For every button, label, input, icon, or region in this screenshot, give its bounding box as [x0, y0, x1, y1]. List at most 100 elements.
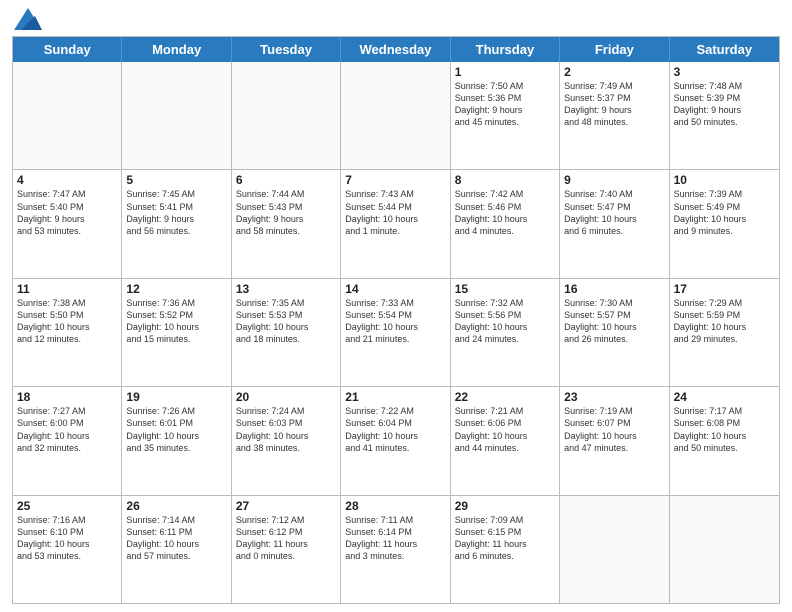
header-cell-thursday: Thursday	[451, 37, 560, 62]
day-info: Sunrise: 7:50 AM Sunset: 5:36 PM Dayligh…	[455, 80, 555, 129]
calendar-cell: 4Sunrise: 7:47 AM Sunset: 5:40 PM Daylig…	[13, 170, 122, 277]
day-info: Sunrise: 7:17 AM Sunset: 6:08 PM Dayligh…	[674, 405, 775, 454]
calendar-cell: 7Sunrise: 7:43 AM Sunset: 5:44 PM Daylig…	[341, 170, 450, 277]
logo-icon	[14, 8, 42, 30]
day-number: 13	[236, 282, 336, 296]
calendar-cell: 10Sunrise: 7:39 AM Sunset: 5:49 PM Dayli…	[670, 170, 779, 277]
day-info: Sunrise: 7:40 AM Sunset: 5:47 PM Dayligh…	[564, 188, 664, 237]
calendar-cell: 8Sunrise: 7:42 AM Sunset: 5:46 PM Daylig…	[451, 170, 560, 277]
calendar-cell: 6Sunrise: 7:44 AM Sunset: 5:43 PM Daylig…	[232, 170, 341, 277]
header	[12, 10, 780, 30]
day-info: Sunrise: 7:47 AM Sunset: 5:40 PM Dayligh…	[17, 188, 117, 237]
day-info: Sunrise: 7:35 AM Sunset: 5:53 PM Dayligh…	[236, 297, 336, 346]
calendar-cell: 24Sunrise: 7:17 AM Sunset: 6:08 PM Dayli…	[670, 387, 779, 494]
day-number: 27	[236, 499, 336, 513]
calendar-cell	[341, 62, 450, 169]
calendar: SundayMondayTuesdayWednesdayThursdayFrid…	[12, 36, 780, 604]
day-info: Sunrise: 7:30 AM Sunset: 5:57 PM Dayligh…	[564, 297, 664, 346]
calendar-cell: 5Sunrise: 7:45 AM Sunset: 5:41 PM Daylig…	[122, 170, 231, 277]
day-number: 24	[674, 390, 775, 404]
header-cell-friday: Friday	[560, 37, 669, 62]
day-info: Sunrise: 7:19 AM Sunset: 6:07 PM Dayligh…	[564, 405, 664, 454]
calendar-cell	[122, 62, 231, 169]
header-cell-wednesday: Wednesday	[341, 37, 450, 62]
day-number: 8	[455, 173, 555, 187]
day-number: 22	[455, 390, 555, 404]
calendar-cell	[560, 496, 669, 603]
calendar-cell: 27Sunrise: 7:12 AM Sunset: 6:12 PM Dayli…	[232, 496, 341, 603]
day-number: 10	[674, 173, 775, 187]
calendar-row-1: 4Sunrise: 7:47 AM Sunset: 5:40 PM Daylig…	[13, 169, 779, 277]
calendar-cell	[232, 62, 341, 169]
calendar-cell: 14Sunrise: 7:33 AM Sunset: 5:54 PM Dayli…	[341, 279, 450, 386]
day-info: Sunrise: 7:45 AM Sunset: 5:41 PM Dayligh…	[126, 188, 226, 237]
day-info: Sunrise: 7:32 AM Sunset: 5:56 PM Dayligh…	[455, 297, 555, 346]
day-number: 16	[564, 282, 664, 296]
day-number: 11	[17, 282, 117, 296]
calendar-cell	[13, 62, 122, 169]
day-number: 19	[126, 390, 226, 404]
day-number: 9	[564, 173, 664, 187]
calendar-cell: 1Sunrise: 7:50 AM Sunset: 5:36 PM Daylig…	[451, 62, 560, 169]
calendar-cell: 13Sunrise: 7:35 AM Sunset: 5:53 PM Dayli…	[232, 279, 341, 386]
calendar-cell: 15Sunrise: 7:32 AM Sunset: 5:56 PM Dayli…	[451, 279, 560, 386]
day-info: Sunrise: 7:24 AM Sunset: 6:03 PM Dayligh…	[236, 405, 336, 454]
day-number: 17	[674, 282, 775, 296]
day-info: Sunrise: 7:33 AM Sunset: 5:54 PM Dayligh…	[345, 297, 445, 346]
page: SundayMondayTuesdayWednesdayThursdayFrid…	[0, 0, 792, 612]
calendar-cell: 22Sunrise: 7:21 AM Sunset: 6:06 PM Dayli…	[451, 387, 560, 494]
calendar-cell: 17Sunrise: 7:29 AM Sunset: 5:59 PM Dayli…	[670, 279, 779, 386]
day-info: Sunrise: 7:26 AM Sunset: 6:01 PM Dayligh…	[126, 405, 226, 454]
calendar-cell: 29Sunrise: 7:09 AM Sunset: 6:15 PM Dayli…	[451, 496, 560, 603]
calendar-row-4: 25Sunrise: 7:16 AM Sunset: 6:10 PM Dayli…	[13, 495, 779, 603]
calendar-cell: 18Sunrise: 7:27 AM Sunset: 6:00 PM Dayli…	[13, 387, 122, 494]
day-number: 6	[236, 173, 336, 187]
calendar-cell: 25Sunrise: 7:16 AM Sunset: 6:10 PM Dayli…	[13, 496, 122, 603]
day-info: Sunrise: 7:21 AM Sunset: 6:06 PM Dayligh…	[455, 405, 555, 454]
calendar-cell: 11Sunrise: 7:38 AM Sunset: 5:50 PM Dayli…	[13, 279, 122, 386]
day-number: 28	[345, 499, 445, 513]
day-info: Sunrise: 7:48 AM Sunset: 5:39 PM Dayligh…	[674, 80, 775, 129]
calendar-cell: 2Sunrise: 7:49 AM Sunset: 5:37 PM Daylig…	[560, 62, 669, 169]
calendar-cell: 20Sunrise: 7:24 AM Sunset: 6:03 PM Dayli…	[232, 387, 341, 494]
day-number: 14	[345, 282, 445, 296]
calendar-row-2: 11Sunrise: 7:38 AM Sunset: 5:50 PM Dayli…	[13, 278, 779, 386]
day-info: Sunrise: 7:16 AM Sunset: 6:10 PM Dayligh…	[17, 514, 117, 563]
calendar-cell	[670, 496, 779, 603]
day-info: Sunrise: 7:14 AM Sunset: 6:11 PM Dayligh…	[126, 514, 226, 563]
day-info: Sunrise: 7:44 AM Sunset: 5:43 PM Dayligh…	[236, 188, 336, 237]
day-info: Sunrise: 7:39 AM Sunset: 5:49 PM Dayligh…	[674, 188, 775, 237]
day-number: 25	[17, 499, 117, 513]
day-number: 7	[345, 173, 445, 187]
calendar-cell: 23Sunrise: 7:19 AM Sunset: 6:07 PM Dayli…	[560, 387, 669, 494]
day-info: Sunrise: 7:38 AM Sunset: 5:50 PM Dayligh…	[17, 297, 117, 346]
day-info: Sunrise: 7:43 AM Sunset: 5:44 PM Dayligh…	[345, 188, 445, 237]
day-number: 23	[564, 390, 664, 404]
day-number: 26	[126, 499, 226, 513]
day-number: 21	[345, 390, 445, 404]
calendar-body: 1Sunrise: 7:50 AM Sunset: 5:36 PM Daylig…	[13, 62, 779, 603]
day-number: 2	[564, 65, 664, 79]
calendar-cell: 12Sunrise: 7:36 AM Sunset: 5:52 PM Dayli…	[122, 279, 231, 386]
calendar-header: SundayMondayTuesdayWednesdayThursdayFrid…	[13, 37, 779, 62]
day-info: Sunrise: 7:11 AM Sunset: 6:14 PM Dayligh…	[345, 514, 445, 563]
day-number: 15	[455, 282, 555, 296]
day-number: 1	[455, 65, 555, 79]
day-number: 18	[17, 390, 117, 404]
day-info: Sunrise: 7:12 AM Sunset: 6:12 PM Dayligh…	[236, 514, 336, 563]
day-number: 5	[126, 173, 226, 187]
day-number: 20	[236, 390, 336, 404]
header-cell-saturday: Saturday	[670, 37, 779, 62]
calendar-cell: 16Sunrise: 7:30 AM Sunset: 5:57 PM Dayli…	[560, 279, 669, 386]
calendar-cell: 21Sunrise: 7:22 AM Sunset: 6:04 PM Dayli…	[341, 387, 450, 494]
day-number: 12	[126, 282, 226, 296]
day-info: Sunrise: 7:36 AM Sunset: 5:52 PM Dayligh…	[126, 297, 226, 346]
header-cell-monday: Monday	[122, 37, 231, 62]
calendar-cell: 19Sunrise: 7:26 AM Sunset: 6:01 PM Dayli…	[122, 387, 231, 494]
logo-text-block	[12, 10, 42, 30]
day-info: Sunrise: 7:27 AM Sunset: 6:00 PM Dayligh…	[17, 405, 117, 454]
calendar-row-3: 18Sunrise: 7:27 AM Sunset: 6:00 PM Dayli…	[13, 386, 779, 494]
header-cell-tuesday: Tuesday	[232, 37, 341, 62]
logo	[12, 10, 42, 30]
calendar-cell: 3Sunrise: 7:48 AM Sunset: 5:39 PM Daylig…	[670, 62, 779, 169]
